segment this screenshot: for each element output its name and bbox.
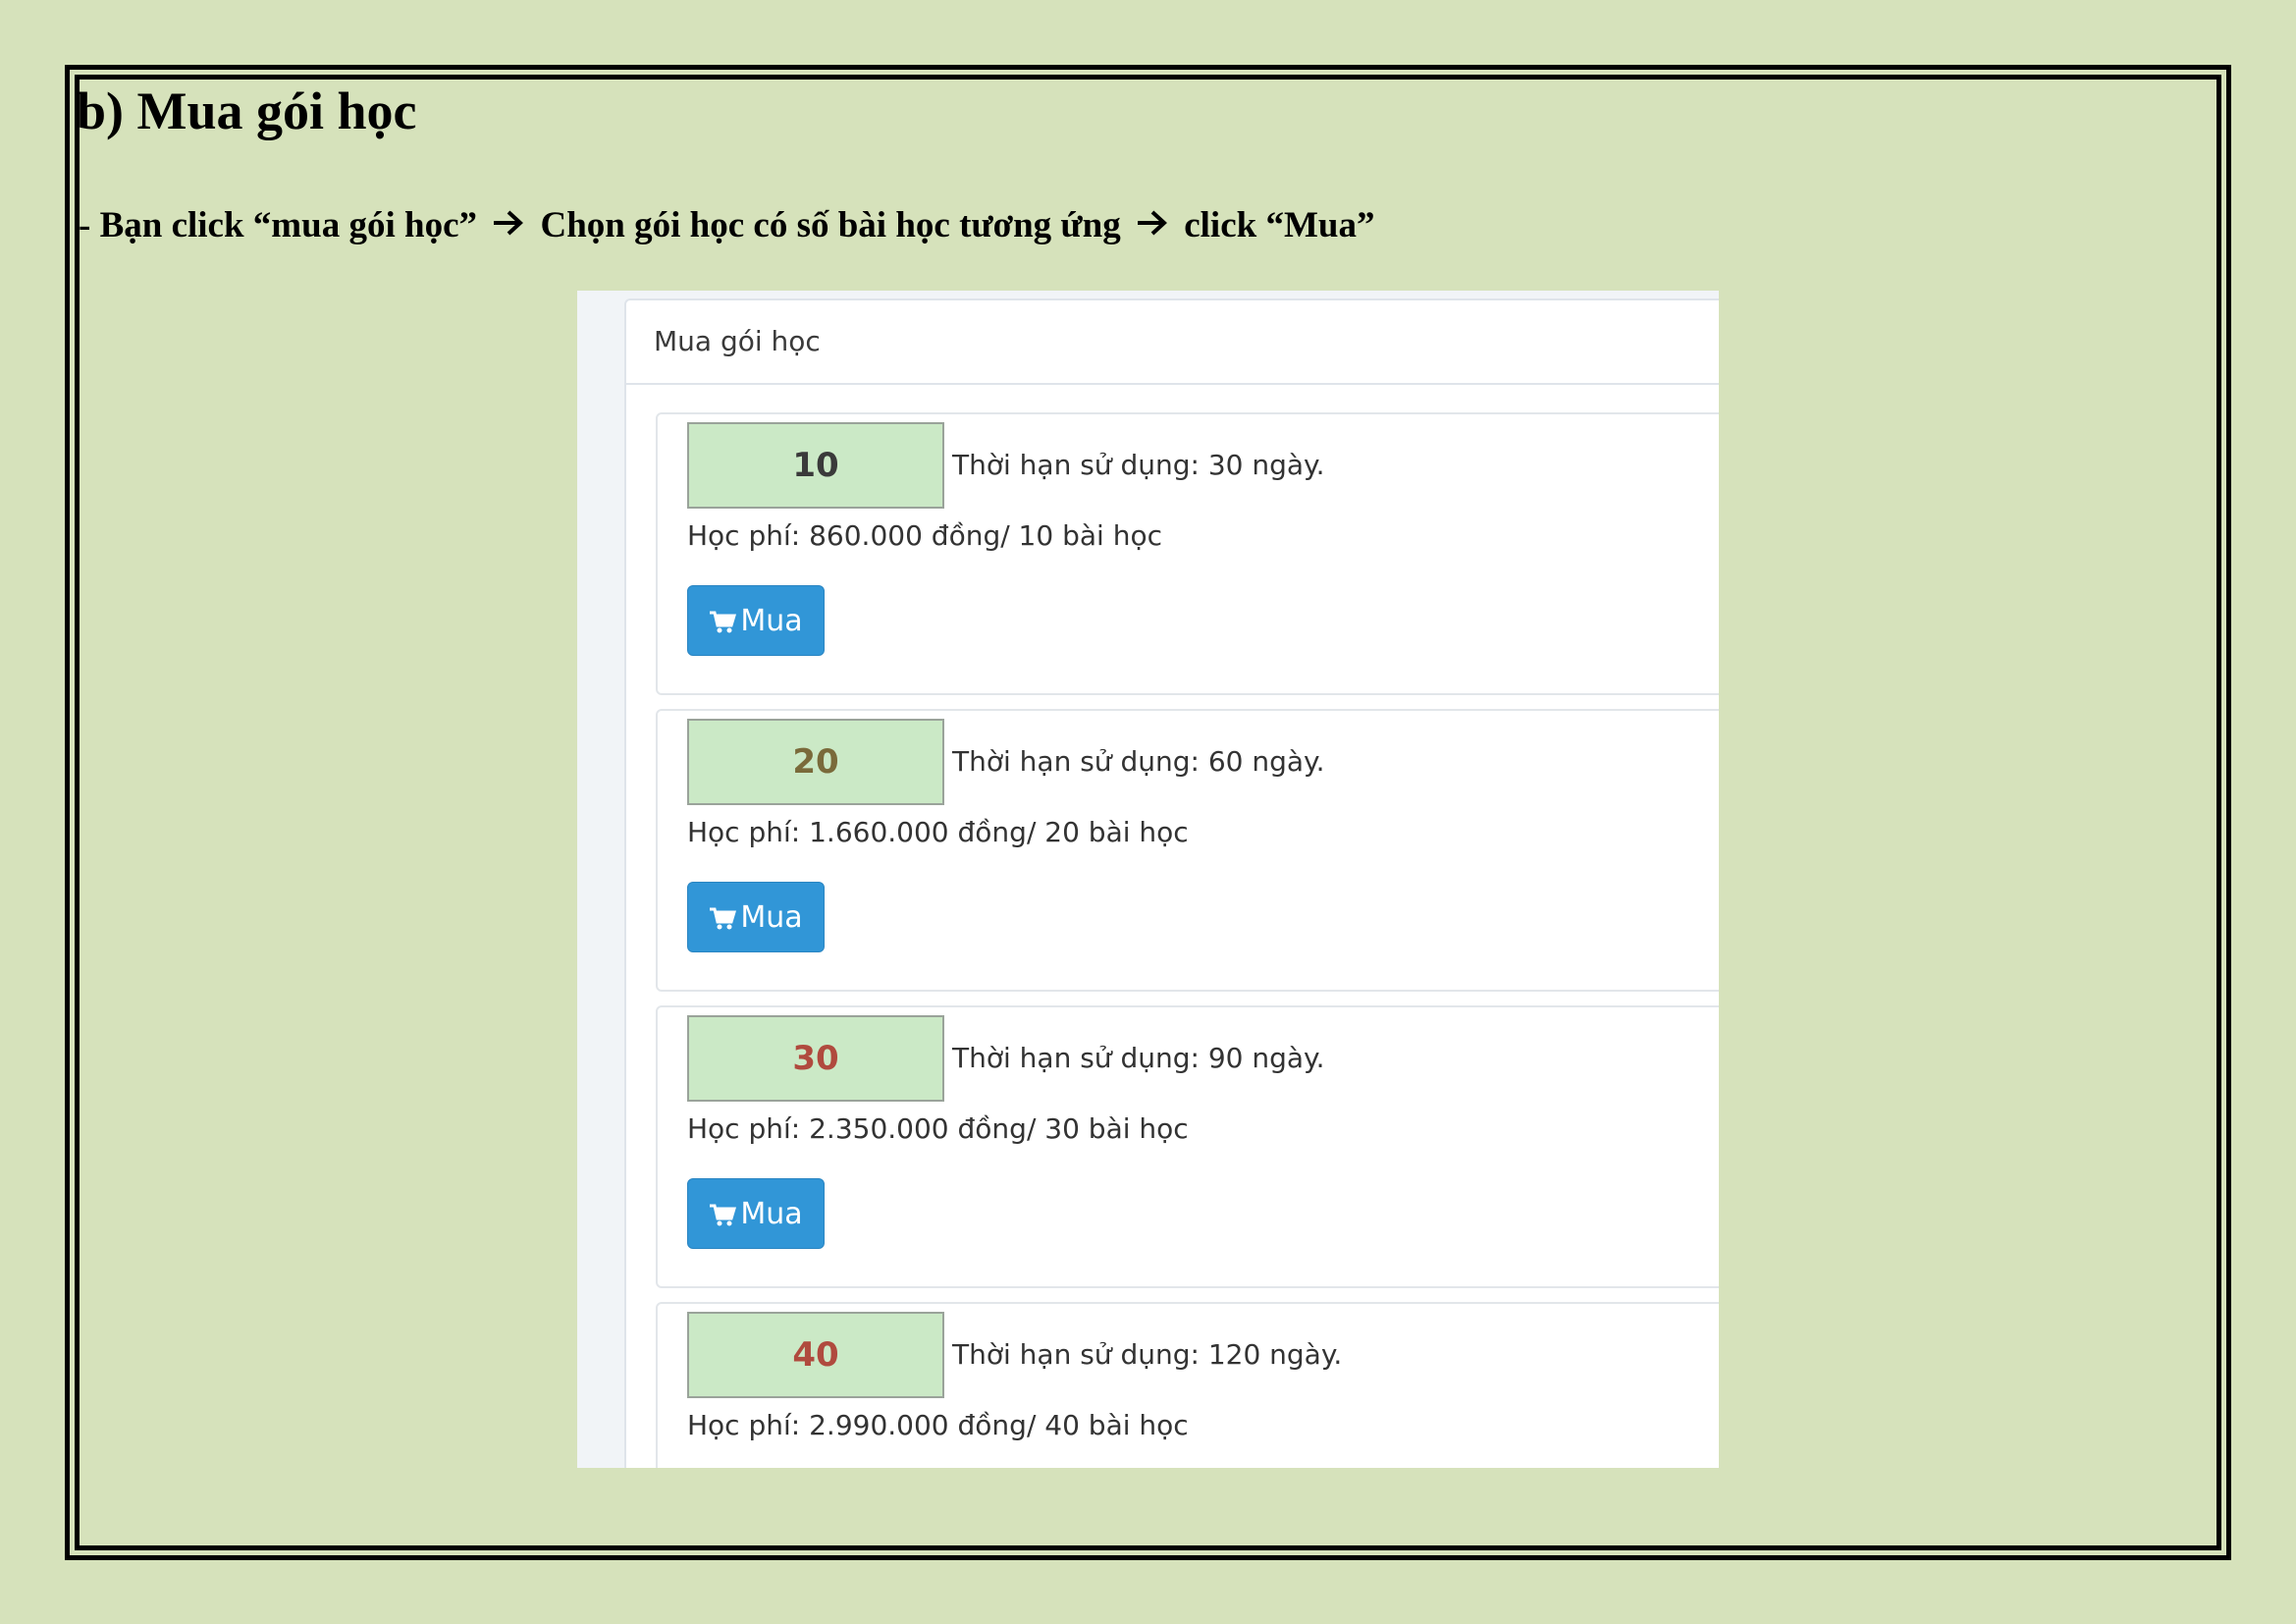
buy-button-label: Mua <box>740 1197 803 1231</box>
buy-button-label: Mua <box>740 900 803 935</box>
package-duration: Thời hạn sử dụng: 90 ngày. <box>952 1042 1325 1074</box>
lesson-count-badge: 40 <box>687 1312 944 1398</box>
instruction-part-2: Chọn gói học có số bài học tương ứng <box>531 205 1130 245</box>
section-heading: b) Mua gói học <box>77 81 417 140</box>
package-card: 40 Thời hạn sử dụng: 120 ngày. Học phí: … <box>656 1302 1719 1468</box>
package-card: 20 Thời hạn sử dụng: 60 ngày. Học phí: 1… <box>656 709 1719 992</box>
buy-button[interactable]: Mua <box>687 1178 825 1249</box>
shopping-cart-icon <box>709 900 740 935</box>
package-fee: Học phí: 2.990.000 đồng/ 40 bài học <box>687 1409 1189 1441</box>
right-arrow-icon <box>492 200 525 251</box>
lesson-count-badge: 30 <box>687 1015 944 1102</box>
package-duration: Thời hạn sử dụng: 30 ngày. <box>952 449 1325 481</box>
package-fee: Học phí: 2.350.000 đồng/ 30 bài học <box>687 1112 1189 1145</box>
package-fee: Học phí: 1.660.000 đồng/ 20 bài học <box>687 816 1189 848</box>
instruction-text: - Bạn click “mua gói học” Chọn gói học c… <box>79 200 1374 251</box>
buy-button[interactable]: Mua <box>687 882 825 952</box>
buy-button-label: Mua <box>740 604 803 638</box>
buy-button[interactable]: Mua <box>687 585 825 656</box>
package-duration: Thời hạn sử dụng: 120 ngày. <box>952 1338 1343 1371</box>
instruction-part-3: click “Mua” <box>1174 205 1375 245</box>
package-card: 10 Thời hạn sử dụng: 30 ngày. Học phí: 8… <box>656 412 1719 695</box>
package-duration: Thời hạn sử dụng: 60 ngày. <box>952 745 1325 778</box>
right-arrow-icon <box>1136 200 1169 251</box>
shopping-cart-icon <box>709 604 740 638</box>
embedded-screenshot: Mua gói học 10 Thời hạn sử dụng: 30 ngày… <box>577 291 1719 1468</box>
package-fee: Học phí: 860.000 đồng/ 10 bài học <box>687 519 1162 552</box>
package-card: 30 Thời hạn sử dụng: 90 ngày. Học phí: 2… <box>656 1005 1719 1288</box>
shopping-cart-icon <box>709 1197 740 1231</box>
buy-package-panel: Mua gói học 10 Thời hạn sử dụng: 30 ngày… <box>624 298 1719 1468</box>
lesson-count-badge: 20 <box>687 719 944 805</box>
instruction-part-1: - Bạn click “mua gói học” <box>79 205 487 245</box>
lesson-count-badge: 10 <box>687 422 944 509</box>
panel-title: Mua gói học <box>626 300 1719 385</box>
